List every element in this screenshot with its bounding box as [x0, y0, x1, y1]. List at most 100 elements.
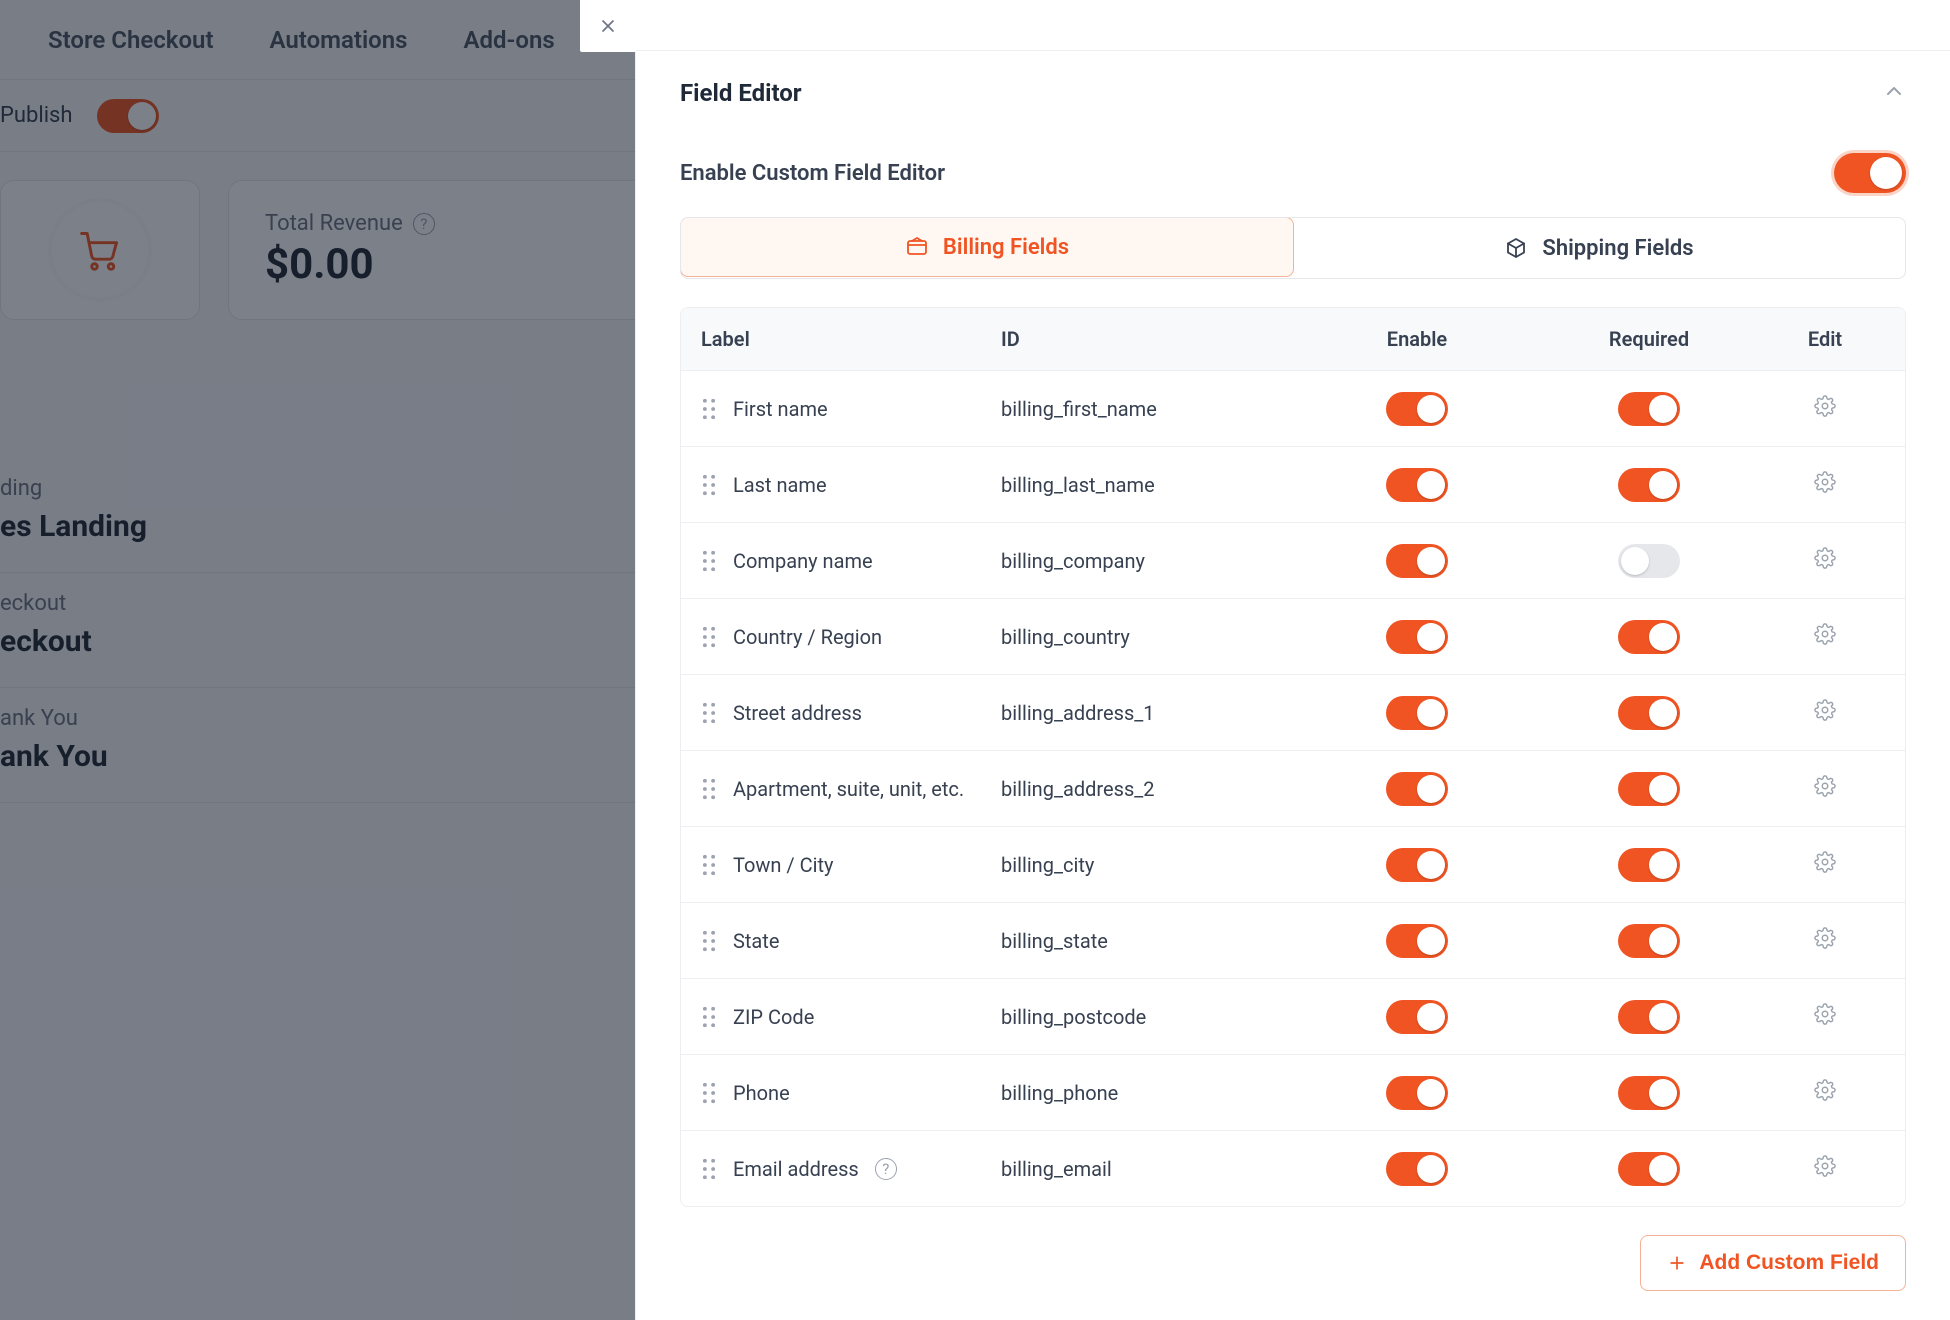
- field-required-toggle[interactable]: [1618, 1076, 1680, 1110]
- field-label: Apartment, suite, unit, etc.: [733, 777, 964, 801]
- field-required-toggle[interactable]: [1618, 848, 1680, 882]
- field-required-toggle[interactable]: [1618, 620, 1680, 654]
- table-row: Country / Region billing_country: [681, 598, 1905, 674]
- drag-handle-icon[interactable]: [701, 1158, 717, 1180]
- close-button[interactable]: [580, 0, 636, 52]
- table-row: Town / Citybilling_city: [681, 826, 1905, 902]
- add-custom-field-button[interactable]: Add Custom Field: [1640, 1235, 1906, 1291]
- table-row: Company namebilling_company: [681, 522, 1905, 598]
- edit-field-button[interactable]: [1807, 543, 1843, 579]
- field-required-toggle[interactable]: [1618, 392, 1680, 426]
- tab-shipping[interactable]: Shipping Fields: [1293, 218, 1905, 278]
- collapse-section-button[interactable]: [1882, 79, 1906, 107]
- wallet-icon: [905, 235, 929, 259]
- box-icon: [1504, 236, 1528, 260]
- edit-field-button[interactable]: [1807, 847, 1843, 883]
- table-row: Phone billing_phone: [681, 1054, 1905, 1130]
- field-required-toggle[interactable]: [1618, 924, 1680, 958]
- drag-handle-icon[interactable]: [701, 930, 717, 952]
- table-row: Last namebilling_last_name: [681, 446, 1905, 522]
- gear-icon: [1814, 1155, 1836, 1182]
- tab-billing[interactable]: Billing Fields: [680, 217, 1294, 277]
- table-header: Label ID Enable Required Edit: [681, 308, 1905, 370]
- col-id: ID: [1001, 327, 1301, 351]
- panel-title: Field Editor: [680, 79, 802, 107]
- drag-handle-icon[interactable]: [701, 702, 717, 724]
- drag-handle-icon[interactable]: [701, 1082, 717, 1104]
- gear-icon: [1814, 851, 1836, 878]
- edit-field-button[interactable]: [1807, 771, 1843, 807]
- field-required-toggle[interactable]: [1618, 772, 1680, 806]
- edit-field-button[interactable]: [1807, 1151, 1843, 1187]
- field-label: Street address: [733, 701, 862, 725]
- field-label: State: [733, 929, 779, 953]
- col-enable: Enable: [1301, 327, 1533, 351]
- edit-field-button[interactable]: [1807, 467, 1843, 503]
- col-label: Label: [701, 327, 1001, 351]
- edit-field-button[interactable]: [1807, 923, 1843, 959]
- field-required-toggle[interactable]: [1618, 468, 1680, 502]
- gear-icon: [1814, 395, 1836, 422]
- tab-shipping-label: Shipping Fields: [1542, 236, 1693, 261]
- field-required-toggle[interactable]: [1618, 696, 1680, 730]
- field-enable-toggle[interactable]: [1386, 1000, 1448, 1034]
- field-enable-toggle[interactable]: [1386, 848, 1448, 882]
- edit-field-button[interactable]: [1807, 695, 1843, 731]
- gear-icon: [1814, 623, 1836, 650]
- gear-icon: [1814, 547, 1836, 574]
- field-enable-toggle[interactable]: [1386, 772, 1448, 806]
- field-enable-toggle[interactable]: [1386, 924, 1448, 958]
- field-tabs: Billing Fields Shipping Fields: [680, 217, 1906, 279]
- field-id: billing_phone: [1001, 1081, 1301, 1105]
- edit-field-button[interactable]: [1807, 391, 1843, 427]
- drag-handle-icon[interactable]: [701, 1006, 717, 1028]
- field-required-toggle[interactable]: [1618, 544, 1680, 578]
- col-edit: Edit: [1765, 327, 1885, 351]
- field-enable-toggle[interactable]: [1386, 468, 1448, 502]
- drag-handle-icon[interactable]: [701, 854, 717, 876]
- gear-icon: [1814, 1003, 1836, 1030]
- add-custom-field-label: Add Custom Field: [1699, 1251, 1879, 1275]
- drag-handle-icon[interactable]: [701, 550, 717, 572]
- table-row: State billing_state: [681, 902, 1905, 978]
- edit-field-button[interactable]: [1807, 999, 1843, 1035]
- close-icon: [598, 16, 618, 36]
- enable-editor-toggle[interactable]: [1834, 153, 1906, 193]
- field-enable-toggle[interactable]: [1386, 1076, 1448, 1110]
- field-enable-toggle[interactable]: [1386, 696, 1448, 730]
- drag-handle-icon[interactable]: [701, 778, 717, 800]
- field-label: Phone: [733, 1081, 790, 1105]
- field-id: billing_address_2: [1001, 777, 1301, 801]
- gear-icon: [1814, 699, 1836, 726]
- field-required-toggle[interactable]: [1618, 1000, 1680, 1034]
- help-icon[interactable]: ?: [875, 1158, 897, 1180]
- field-id: billing_email: [1001, 1157, 1301, 1181]
- field-enable-toggle[interactable]: [1386, 1152, 1448, 1186]
- field-id: billing_first_name: [1001, 397, 1301, 421]
- field-id: billing_address_1: [1001, 701, 1301, 725]
- field-id: billing_country: [1001, 625, 1301, 649]
- drag-handle-icon[interactable]: [701, 474, 717, 496]
- table-row: First namebilling_first_name: [681, 370, 1905, 446]
- table-row: Email address ? billing_email: [681, 1130, 1905, 1206]
- field-enable-toggle[interactable]: [1386, 544, 1448, 578]
- edit-field-button[interactable]: [1807, 1075, 1843, 1111]
- drag-handle-icon[interactable]: [701, 626, 717, 648]
- field-required-toggle[interactable]: [1618, 1152, 1680, 1186]
- table-row: Apartment, suite, unit, etc. billing_addr…: [681, 750, 1905, 826]
- field-id: billing_state: [1001, 929, 1301, 953]
- gear-icon: [1814, 775, 1836, 802]
- chevron-up-icon: [1882, 79, 1906, 103]
- field-id: billing_postcode: [1001, 1005, 1301, 1029]
- field-id: billing_company: [1001, 549, 1301, 573]
- field-label: Country / Region: [733, 625, 882, 649]
- plus-icon: [1667, 1253, 1687, 1273]
- field-enable-toggle[interactable]: [1386, 392, 1448, 426]
- field-label: Email address: [733, 1157, 859, 1181]
- gear-icon: [1814, 1079, 1836, 1106]
- drag-handle-icon[interactable]: [701, 398, 717, 420]
- table-row: ZIP Code billing_postcode: [681, 978, 1905, 1054]
- field-enable-toggle[interactable]: [1386, 620, 1448, 654]
- edit-field-button[interactable]: [1807, 619, 1843, 655]
- field-label: ZIP Code: [733, 1005, 814, 1029]
